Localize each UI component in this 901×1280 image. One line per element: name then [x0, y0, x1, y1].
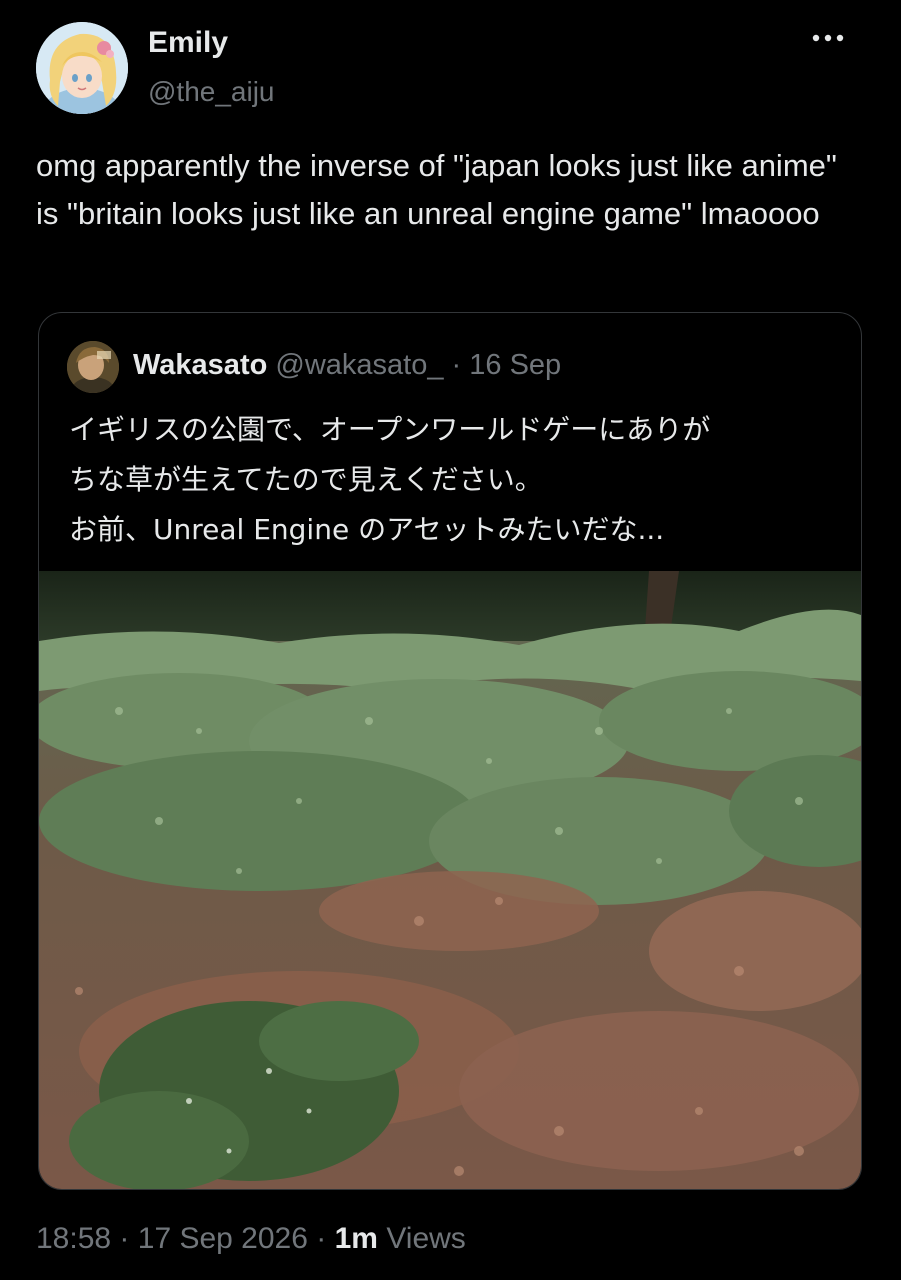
quoted-tweet-text: イギリスの公園で、オープンワールドゲーにありが ちな草が生えてたので見えください…	[69, 405, 849, 555]
tweet-time[interactable]: 18:58	[36, 1222, 111, 1255]
author-avatar[interactable]	[36, 22, 128, 114]
quoted-date[interactable]: 16 Sep	[469, 349, 561, 381]
more-horizontal-icon[interactable]	[811, 28, 845, 48]
tweet-text: omg apparently the inverse of "japan loo…	[36, 148, 846, 231]
views-label: Views	[386, 1222, 466, 1255]
quoted-handle[interactable]: @wakasato_	[275, 349, 443, 381]
views-count[interactable]: 1m	[335, 1222, 378, 1255]
header-separator: ·	[451, 349, 462, 381]
quoted-text-line: ちな草が生えてたので見えください。	[69, 463, 543, 496]
author-handle[interactable]: @the_aiju	[148, 76, 275, 108]
meta-separator: ·	[119, 1222, 130, 1255]
quoted-text-line: イギリスの公園で、オープンワールドゲーにありが	[69, 413, 711, 446]
anime-girl-avatar-icon	[36, 22, 128, 114]
author-display-name[interactable]: Emily	[148, 26, 228, 60]
quoted-photo[interactable]	[39, 571, 861, 1189]
tweet-metadata: 18:58 · 17 Sep 2026 · 1m Views	[36, 1222, 466, 1256]
park-ground-cover-photo	[39, 571, 861, 1189]
quoted-tweet-header: Wakasato @wakasato_ · 16 Sep	[133, 349, 561, 382]
meta-separator: ·	[316, 1222, 327, 1255]
portrait-avatar-icon	[67, 341, 119, 393]
quoted-display-name[interactable]: Wakasato	[133, 349, 267, 381]
quoted-tweet-card[interactable]: Wakasato @wakasato_ · 16 Sep イギリスの公園で、オー…	[38, 312, 862, 1190]
quoted-author-avatar[interactable]	[67, 341, 119, 393]
tweet-date[interactable]: 17 Sep 2026	[138, 1222, 308, 1255]
quoted-text-line: お前、Unreal Engine のアセットみたいだな...	[69, 513, 665, 546]
